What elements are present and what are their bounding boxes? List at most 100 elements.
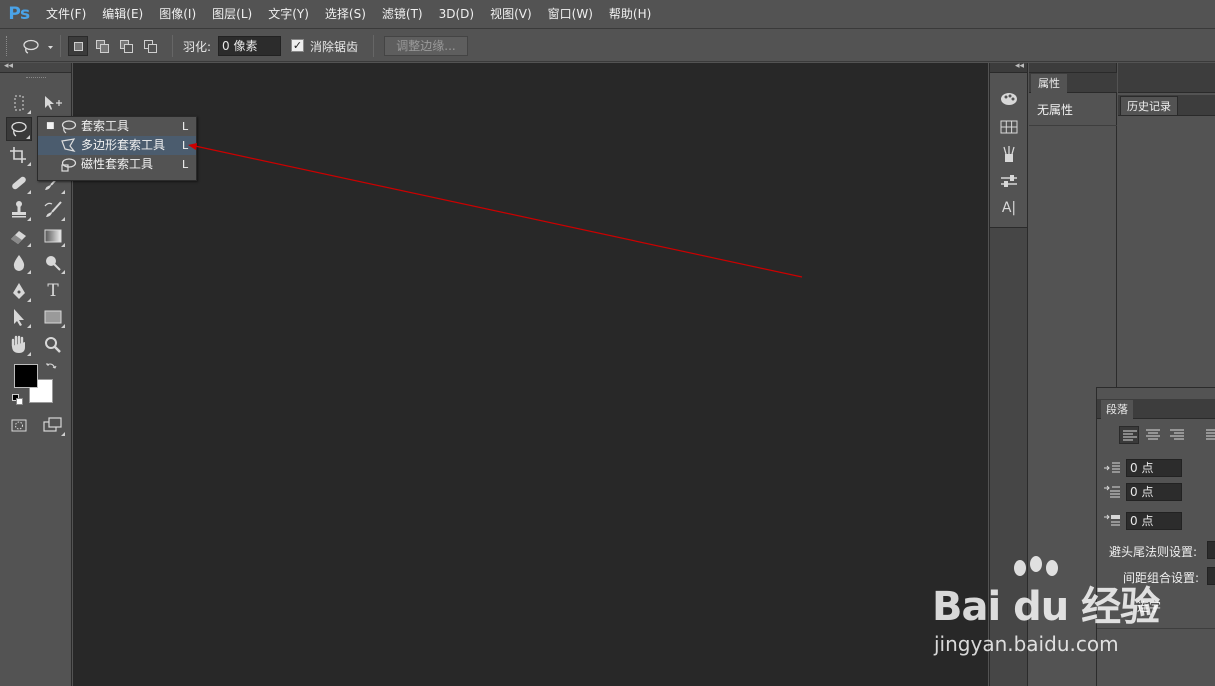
tab-properties[interactable]: 属性 bbox=[1031, 74, 1067, 93]
no-properties-text: 无属性 bbox=[1037, 103, 1074, 117]
align-center-button[interactable] bbox=[1143, 426, 1163, 444]
current-tool-bullet: ■ bbox=[46, 121, 55, 131]
flyout-item-lasso[interactable]: ■ 套索工具 L bbox=[38, 117, 196, 136]
photoshop-logo: Ps bbox=[8, 4, 30, 24]
menu-layer[interactable]: 图层(L) bbox=[204, 0, 260, 28]
flyout-label: 磁性套索工具 bbox=[81, 157, 154, 171]
new-selection-icon bbox=[74, 42, 83, 51]
menu-bar: Ps 文件(F) 编辑(E) 图像(I) 图层(L) 文字(Y) 选择(S) 滤… bbox=[0, 0, 1215, 28]
pen-tool[interactable] bbox=[6, 279, 32, 303]
indent-first-line-icon bbox=[1103, 484, 1121, 500]
options-separator bbox=[172, 35, 173, 57]
crop-tool[interactable] bbox=[6, 143, 32, 167]
indent-left-icon bbox=[1103, 460, 1121, 476]
properties-panel-header[interactable] bbox=[1029, 63, 1116, 73]
gradient-tool[interactable] bbox=[40, 224, 66, 248]
foreground-color-swatch[interactable] bbox=[14, 364, 38, 388]
new-selection-button[interactable] bbox=[68, 36, 88, 56]
add-selection-button[interactable] bbox=[92, 36, 112, 56]
menu-window[interactable]: 窗口(W) bbox=[540, 0, 601, 28]
dodge-tool[interactable] bbox=[40, 251, 66, 275]
align-left-button[interactable] bbox=[1119, 426, 1139, 444]
refine-edge-button[interactable]: 调整边缘... bbox=[384, 36, 468, 56]
history-brush-tool[interactable] bbox=[40, 198, 66, 222]
blur-tool[interactable] bbox=[6, 251, 32, 275]
zoom-icon bbox=[45, 337, 61, 353]
intersect-selection-button[interactable] bbox=[140, 36, 160, 56]
eraser-tool[interactable] bbox=[6, 224, 32, 248]
kinsoku-label: 避头尾法则设置: bbox=[1109, 545, 1198, 559]
menu-3d[interactable]: 3D(D) bbox=[431, 0, 482, 28]
color-panel-icon[interactable] bbox=[996, 87, 1022, 111]
space-before-field[interactable]: 0 点 bbox=[1126, 512, 1182, 530]
rectangle-tool[interactable] bbox=[40, 305, 66, 329]
menu-select[interactable]: 选择(S) bbox=[317, 0, 374, 28]
menu-edit[interactable]: 编辑(E) bbox=[94, 0, 151, 28]
watermark-title: Bai du 经验 bbox=[932, 584, 1160, 630]
antialias-label: 消除锯齿 bbox=[310, 40, 359, 54]
indent-left-field[interactable]: 0 点 bbox=[1126, 459, 1182, 477]
tools-panel-header[interactable]: ◂◂ bbox=[0, 61, 71, 73]
swatches-panel-icon[interactable] bbox=[996, 115, 1022, 139]
dock-icons: A| bbox=[990, 73, 1027, 228]
options-separator bbox=[60, 35, 61, 57]
type-tool[interactable]: T bbox=[40, 279, 66, 303]
flyout-item-polygonal-lasso[interactable]: 多边形套索工具 L bbox=[38, 136, 196, 155]
collapse-icon[interactable]: ◂◂ bbox=[4, 61, 13, 71]
character-panel-icon[interactable]: A| bbox=[996, 196, 1022, 220]
tools-grip[interactable] bbox=[26, 77, 46, 79]
paragraph-tabbar: 段落 bbox=[1097, 399, 1215, 419]
mojikumi-select[interactable] bbox=[1207, 567, 1215, 585]
flyout-shortcut: L bbox=[182, 158, 189, 171]
align-center-icon bbox=[1146, 429, 1160, 440]
clone-stamp-tool[interactable] bbox=[6, 198, 32, 222]
feather-input[interactable]: 0 像素 bbox=[218, 36, 281, 56]
indent-first-line-field[interactable]: 0 点 bbox=[1126, 483, 1182, 501]
kinsoku-select[interactable] bbox=[1207, 541, 1215, 559]
flyout-label: 套索工具 bbox=[81, 119, 130, 133]
menu-type[interactable]: 文字(Y) bbox=[260, 0, 317, 28]
align-left-icon bbox=[1123, 430, 1137, 441]
antialias-checkbox[interactable]: ✓ bbox=[291, 39, 304, 52]
menu-help[interactable]: 帮助(H) bbox=[601, 0, 659, 28]
collapse-icon[interactable]: ◂◂ bbox=[1015, 61, 1024, 71]
options-separator bbox=[373, 35, 374, 57]
magnetic-lasso-icon bbox=[59, 155, 77, 180]
move-icon bbox=[45, 96, 62, 110]
dock-header[interactable]: ◂◂ bbox=[990, 61, 1027, 73]
menu-image[interactable]: 图像(I) bbox=[151, 0, 204, 28]
baidu-jingyan-watermark: Bai du 经验 jingyan.baidu.com bbox=[930, 556, 1160, 660]
document-canvas-area[interactable] bbox=[73, 63, 988, 686]
tab-history[interactable]: 历史记录 bbox=[1120, 96, 1178, 115]
menu-filter[interactable]: 滤镜(T) bbox=[374, 0, 431, 28]
move-tool[interactable] bbox=[40, 91, 66, 115]
align-right-button[interactable] bbox=[1167, 426, 1187, 444]
lasso-tool[interactable] bbox=[6, 117, 32, 141]
tab-paragraph[interactable]: 段落 bbox=[1101, 400, 1133, 419]
healing-brush-tool[interactable] bbox=[6, 171, 32, 195]
lasso-tools-flyout: ■ 套索工具 L 多边形套索工具 L 磁性套索工具 L bbox=[37, 116, 197, 181]
properties-tabbar: 属性 bbox=[1029, 73, 1117, 93]
marquee-tool[interactable] bbox=[6, 91, 32, 115]
default-colors-icon[interactable] bbox=[12, 394, 24, 406]
space-before-icon bbox=[1103, 513, 1121, 529]
swap-colors-icon[interactable] bbox=[44, 361, 58, 373]
path-selection-tool[interactable] bbox=[6, 305, 32, 329]
flyout-item-magnetic-lasso[interactable]: 磁性套索工具 L bbox=[38, 155, 196, 174]
adjustments-panel-icon[interactable] bbox=[996, 169, 1022, 193]
justify-icon bbox=[1206, 429, 1215, 440]
menu-file[interactable]: 文件(F) bbox=[38, 0, 94, 28]
options-grip[interactable] bbox=[6, 36, 9, 56]
screen-mode-button[interactable] bbox=[40, 413, 66, 437]
quick-mask-button[interactable] bbox=[6, 413, 32, 437]
lasso-preset-icon bbox=[23, 39, 53, 54]
tool-preset-picker[interactable] bbox=[20, 37, 54, 57]
hand-tool[interactable] bbox=[6, 333, 32, 357]
menu-view[interactable]: 视图(V) bbox=[482, 0, 540, 28]
brush-presets-icon[interactable] bbox=[996, 142, 1022, 166]
quick-mask-icon bbox=[11, 419, 27, 432]
justify-button[interactable] bbox=[1201, 426, 1215, 444]
zoom-tool[interactable] bbox=[40, 333, 66, 357]
history-panel-header[interactable] bbox=[1118, 63, 1215, 93]
subtract-selection-button[interactable] bbox=[116, 36, 136, 56]
